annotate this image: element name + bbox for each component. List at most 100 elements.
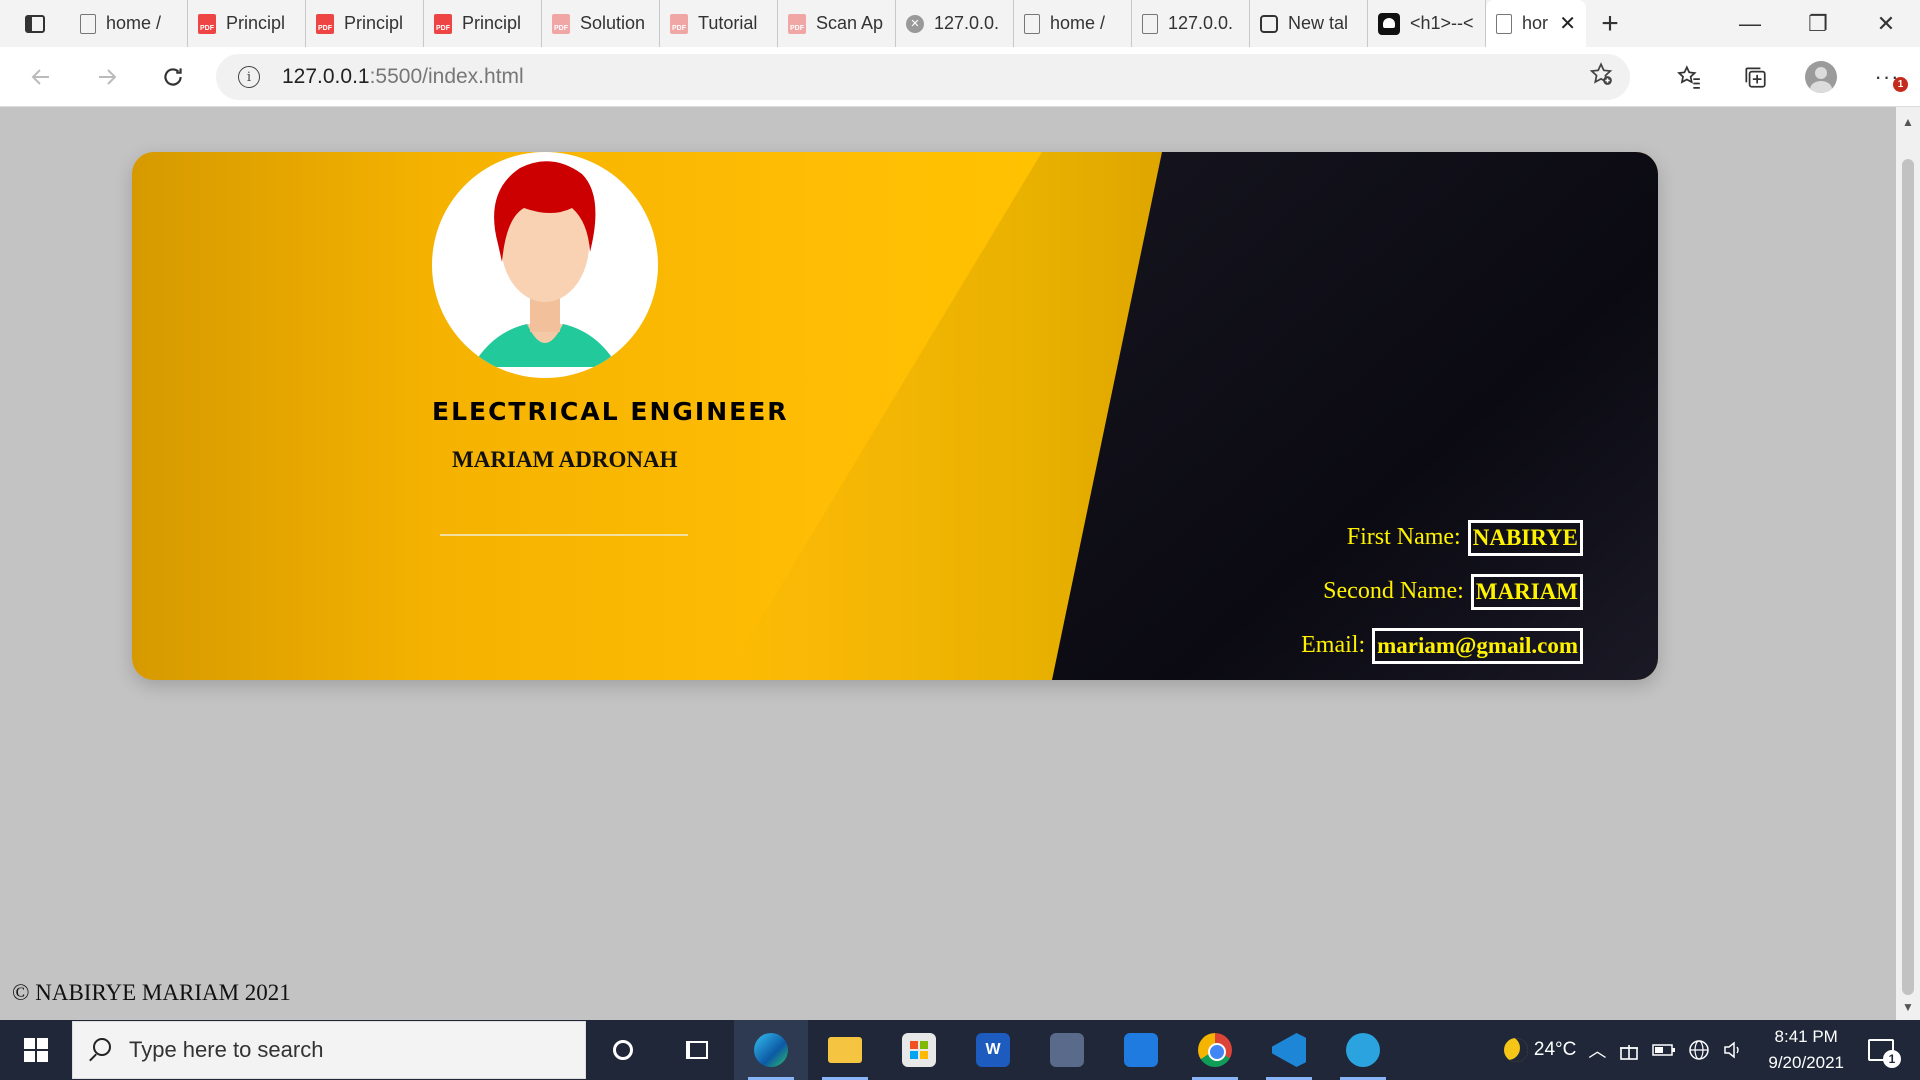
person-name: MARIAM ADRONAH: [452, 447, 678, 472]
document-icon: [1024, 13, 1040, 34]
refresh-button[interactable]: [140, 47, 206, 107]
taskbar-chrome[interactable]: [1178, 1020, 1252, 1080]
taskbar-word[interactable]: W: [956, 1020, 1030, 1080]
contact-info: First Name: NABIRYE Second Name: MARIAM …: [1301, 519, 1583, 680]
chrome-icon: [1198, 1033, 1232, 1067]
taskbar-store[interactable]: [882, 1020, 956, 1080]
new-tab-button[interactable]: +: [1586, 7, 1634, 41]
battery-icon[interactable]: [1646, 1020, 1682, 1080]
show-hidden-icons-button[interactable]: ︿: [1582, 1020, 1612, 1080]
second-name-row: Second Name: MARIAM: [1301, 573, 1583, 610]
pdf-icon: PDF: [316, 13, 334, 34]
new-tab-icon: [1260, 14, 1278, 33]
taskbar-edge[interactable]: [734, 1020, 808, 1080]
scroll-up-arrow-icon[interactable]: ▲: [1896, 111, 1920, 133]
page-scrollbar[interactable]: ▲ ▼: [1896, 107, 1920, 1020]
settings-menu-button[interactable]: ··· 1: [1854, 47, 1920, 107]
person-avatar-icon: [472, 161, 618, 367]
tray-app-icon[interactable]: [1612, 1020, 1646, 1080]
tab-label: hor: [1522, 13, 1549, 33]
browser-tab[interactable]: PDF Scan Ap: [778, 0, 896, 47]
start-button[interactable]: [0, 1020, 72, 1080]
folder-icon: [828, 1037, 862, 1063]
taskbar-file-explorer[interactable]: [808, 1020, 882, 1080]
tab-label: Principl: [226, 13, 286, 33]
tab-label: 127.0.0.: [1168, 13, 1234, 33]
taskbar-vscode[interactable]: [1252, 1020, 1326, 1080]
forward-button[interactable]: [74, 47, 140, 107]
browser-tab-active[interactable]: hor ✕: [1486, 0, 1586, 47]
back-button[interactable]: [8, 47, 74, 107]
browser-tab[interactable]: PDF Principl: [424, 0, 542, 47]
document-icon: [1496, 13, 1512, 34]
toolbar-right: ··· 1: [1656, 47, 1920, 107]
tab-label: Tutorial: [698, 13, 758, 33]
site-info-icon[interactable]: i: [238, 66, 260, 88]
close-window-button[interactable]: ✕: [1852, 0, 1920, 47]
refresh-icon: [164, 67, 182, 86]
telegram-icon: [1346, 1033, 1380, 1067]
tab-label: home /: [106, 13, 162, 33]
browser-tab[interactable]: home /: [1014, 0, 1132, 47]
browser-tab[interactable]: ✕ 127.0.0.: [896, 0, 1014, 47]
taskbar-clock[interactable]: 8:41 PM 9/20/2021: [1750, 1024, 1862, 1076]
tab-label: 127.0.0.: [934, 13, 1000, 33]
browser-tab[interactable]: 127.0.0.: [1132, 0, 1250, 47]
add-favorite-button[interactable]: [1588, 61, 1614, 94]
favorites-button[interactable]: [1656, 47, 1722, 107]
tab-label: Solution: [580, 13, 646, 33]
first-name-value: NABIRYE: [1467, 519, 1583, 556]
edge-icon: [754, 1033, 788, 1067]
pdf-icon: PDF: [434, 13, 452, 34]
url-text[interactable]: 127.0.0.1:5500/index.html: [282, 65, 524, 89]
tab-actions-button[interactable]: [0, 0, 70, 47]
cortana-button[interactable]: [586, 1020, 660, 1080]
weather-widget[interactable]: 24°C: [1498, 1020, 1582, 1080]
browser-tab[interactable]: PDF Solution: [542, 0, 660, 47]
action-center-button[interactable]: 1: [1862, 1020, 1920, 1080]
chevron-up-icon: ︿: [1588, 1041, 1607, 1061]
word-icon: W: [976, 1033, 1010, 1067]
clock-time: 8:41 PM: [1774, 1027, 1838, 1046]
pdf-icon: PDF: [552, 13, 570, 34]
tab-label: <h1>--<: [1410, 13, 1474, 33]
vscode-icon: [1272, 1033, 1306, 1067]
windows-taskbar: Type here to search W 24°C ︿ 8:41 PM 9/2…: [0, 1020, 1920, 1080]
job-title: ELECTRICAL ENGINEER: [432, 397, 789, 426]
profile-button[interactable]: [1788, 47, 1854, 107]
search-placeholder: Type here to search: [129, 1037, 324, 1062]
close-tab-icon[interactable]: ✕: [1559, 11, 1576, 36]
search-icon: [93, 1038, 111, 1056]
task-view-icon: [686, 1041, 708, 1059]
restore-button[interactable]: ❐: [1784, 0, 1852, 47]
browser-tab[interactable]: PDF Principl: [188, 0, 306, 47]
url-path: :5500/index.html: [369, 65, 524, 88]
browser-tab[interactable]: PDF Tutorial: [660, 0, 778, 47]
minimize-button[interactable]: —: [1716, 0, 1784, 47]
scroll-thumb[interactable]: [1902, 159, 1914, 995]
volume-icon[interactable]: [1716, 1020, 1750, 1080]
tab-label: home /: [1050, 13, 1106, 33]
browser-tab[interactable]: New tal: [1250, 0, 1368, 47]
browser-tab[interactable]: PDF Principl: [306, 0, 424, 47]
tab-label: Principl: [462, 13, 522, 33]
taskbar-telegram[interactable]: [1326, 1020, 1400, 1080]
network-globe-icon[interactable]: [1682, 1020, 1716, 1080]
error-globe-icon: ✕: [906, 14, 924, 33]
dark-app-icon: [1378, 12, 1400, 35]
email-value: mariam@gmail.com: [1372, 627, 1583, 664]
cortana-icon: [613, 1040, 633, 1060]
browser-tab[interactable]: <h1>--<: [1368, 0, 1486, 47]
collections-button[interactable]: [1722, 47, 1788, 107]
favorites-icon: [1677, 65, 1700, 89]
taskbar-search[interactable]: Type here to search: [72, 1021, 586, 1079]
browser-tab[interactable]: home /: [70, 0, 188, 47]
first-name-label: First Name:: [1346, 524, 1461, 550]
scroll-down-arrow-icon[interactable]: ▼: [1896, 996, 1920, 1018]
store-icon: [902, 1033, 936, 1067]
taskbar-calculator[interactable]: [1030, 1020, 1104, 1080]
address-bar[interactable]: i 127.0.0.1:5500/index.html: [216, 54, 1630, 100]
task-view-button[interactable]: [660, 1020, 734, 1080]
first-name-row: First Name: NABIRYE: [1301, 519, 1583, 556]
taskbar-mail[interactable]: [1104, 1020, 1178, 1080]
